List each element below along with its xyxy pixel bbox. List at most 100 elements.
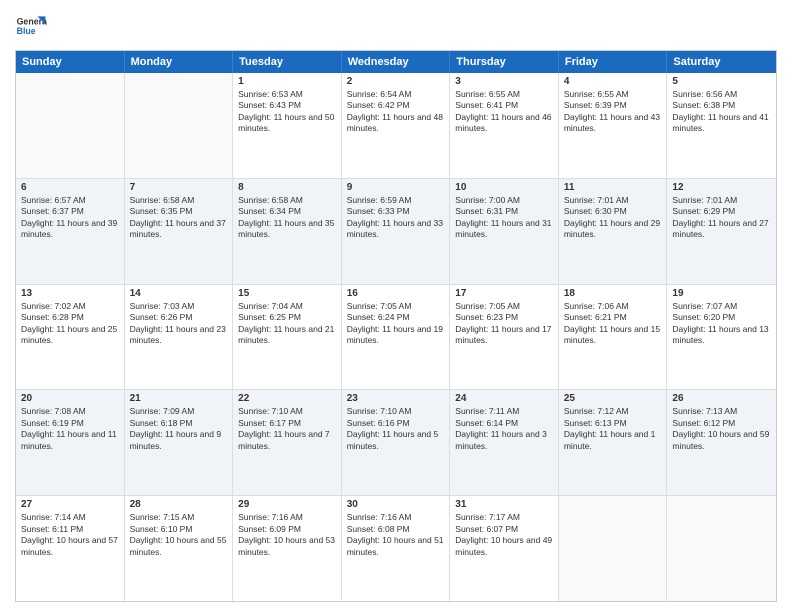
calendar-cell: 24 Sunrise: 7:11 AM Sunset: 6:14 PM Dayli… (450, 390, 559, 495)
calendar-cell: 27 Sunrise: 7:14 AM Sunset: 6:11 PM Dayli… (16, 496, 125, 601)
day-number: 12 (672, 182, 771, 193)
day-number: 22 (238, 393, 336, 404)
cell-info: Sunrise: 6:57 AM Sunset: 6:37 PM Dayligh… (21, 195, 119, 241)
calendar-header-row: SundayMondayTuesdayWednesdayThursdayFrid… (16, 51, 776, 73)
header-cell-friday: Friday (559, 51, 668, 73)
calendar-cell: 29 Sunrise: 7:16 AM Sunset: 6:09 PM Dayli… (233, 496, 342, 601)
cell-info: Sunrise: 6:58 AM Sunset: 6:34 PM Dayligh… (238, 195, 336, 241)
calendar-body: 1 Sunrise: 6:53 AM Sunset: 6:43 PM Daylig… (16, 73, 776, 601)
cell-info: Sunrise: 7:05 AM Sunset: 6:24 PM Dayligh… (347, 301, 445, 347)
cell-info: Sunrise: 6:55 AM Sunset: 6:39 PM Dayligh… (564, 89, 662, 135)
calendar-cell (16, 73, 125, 178)
day-number: 17 (455, 288, 553, 299)
header-cell-monday: Monday (125, 51, 234, 73)
cell-info: Sunrise: 6:58 AM Sunset: 6:35 PM Dayligh… (130, 195, 228, 241)
calendar-cell: 11 Sunrise: 7:01 AM Sunset: 6:30 PM Dayli… (559, 179, 668, 284)
cell-info: Sunrise: 7:02 AM Sunset: 6:28 PM Dayligh… (21, 301, 119, 347)
day-number: 13 (21, 288, 119, 299)
day-number: 28 (130, 499, 228, 510)
week-row: 20Sunrise: 7:08 AM Sunset: 6:19 PM Dayli… (16, 390, 776, 496)
cell-info: Sunrise: 6:53 AM Sunset: 6:43 PM Dayligh… (238, 89, 336, 135)
calendar-cell: 31Sunrise: 7:17 AM Sunset: 6:07 PM Dayli… (450, 496, 559, 601)
cell-info: Sunrise: 7:09 AM Sunset: 6:18 PM Dayligh… (130, 406, 228, 452)
day-number: 27 (21, 499, 119, 510)
cell-info: Sunrise: 7:14 AM Sunset: 6:11 PM Dayligh… (21, 512, 119, 558)
day-number: 1 (238, 76, 336, 87)
cell-info: Sunrise: 7:04 AM Sunset: 6:25 PM Dayligh… (238, 301, 336, 347)
calendar-cell: 1 Sunrise: 6:53 AM Sunset: 6:43 PM Daylig… (233, 73, 342, 178)
day-number: 9 (347, 182, 445, 193)
cell-info: Sunrise: 7:16 AM Sunset: 6:08 PM Dayligh… (347, 512, 445, 558)
svg-text:Blue: Blue (17, 26, 36, 36)
calendar-cell (125, 73, 234, 178)
week-row: 6 Sunrise: 6:57 AM Sunset: 6:37 PM Daylig… (16, 179, 776, 285)
header-cell-sunday: Sunday (16, 51, 125, 73)
day-number: 11 (564, 182, 662, 193)
cell-info: Sunrise: 6:56 AM Sunset: 6:38 PM Dayligh… (672, 89, 771, 135)
day-number: 14 (130, 288, 228, 299)
day-number: 10 (455, 182, 553, 193)
cell-info: Sunrise: 7:10 AM Sunset: 6:16 PM Dayligh… (347, 406, 445, 452)
week-row: 1 Sunrise: 6:53 AM Sunset: 6:43 PM Daylig… (16, 73, 776, 179)
calendar-cell (559, 496, 668, 601)
calendar-cell: 4 Sunrise: 6:55 AM Sunset: 6:39 PM Daylig… (559, 73, 668, 178)
page: General Blue SundayMondayTuesdayWednesda… (0, 0, 792, 612)
day-number: 4 (564, 76, 662, 87)
cell-info: Sunrise: 7:00 AM Sunset: 6:31 PM Dayligh… (455, 195, 553, 241)
logo: General Blue (15, 10, 47, 42)
day-number: 23 (347, 393, 445, 404)
calendar-cell: 13 Sunrise: 7:02 AM Sunset: 6:28 PM Dayli… (16, 285, 125, 390)
day-number: 29 (238, 499, 336, 510)
calendar-cell: 22 Sunrise: 7:10 AM Sunset: 6:17 PM Dayli… (233, 390, 342, 495)
cell-info: Sunrise: 6:54 AM Sunset: 6:42 PM Dayligh… (347, 89, 445, 135)
day-number: 20 (21, 393, 119, 404)
day-number: 25 (564, 393, 662, 404)
day-number: 24 (455, 393, 553, 404)
calendar-cell: 16 Sunrise: 7:05 AM Sunset: 6:24 PM Dayli… (342, 285, 451, 390)
day-number: 15 (238, 288, 336, 299)
day-number: 2 (347, 76, 445, 87)
day-number: 26 (672, 393, 771, 404)
day-number: 5 (672, 76, 771, 87)
calendar-cell: 30 Sunrise: 7:16 AM Sunset: 6:08 PM Dayli… (342, 496, 451, 601)
cell-info: Sunrise: 7:03 AM Sunset: 6:26 PM Dayligh… (130, 301, 228, 347)
cell-info: Sunrise: 7:13 AM Sunset: 6:12 PM Dayligh… (672, 406, 771, 452)
header: General Blue (15, 10, 777, 42)
cell-info: Sunrise: 7:15 AM Sunset: 6:10 PM Dayligh… (130, 512, 228, 558)
calendar-cell: 21 Sunrise: 7:09 AM Sunset: 6:18 PM Dayli… (125, 390, 234, 495)
header-cell-wednesday: Wednesday (342, 51, 451, 73)
calendar-cell: 9Sunrise: 6:59 AM Sunset: 6:33 PM Daylig… (342, 179, 451, 284)
logo-icon: General Blue (15, 10, 47, 42)
cell-info: Sunrise: 7:05 AM Sunset: 6:23 PM Dayligh… (455, 301, 553, 347)
calendar-cell: 23 Sunrise: 7:10 AM Sunset: 6:16 PM Dayli… (342, 390, 451, 495)
cell-info: Sunrise: 7:10 AM Sunset: 6:17 PM Dayligh… (238, 406, 336, 452)
calendar-cell: 10 Sunrise: 7:00 AM Sunset: 6:31 PM Dayli… (450, 179, 559, 284)
header-cell-tuesday: Tuesday (233, 51, 342, 73)
cell-info: Sunrise: 7:16 AM Sunset: 6:09 PM Dayligh… (238, 512, 336, 558)
calendar-cell: 26 Sunrise: 7:13 AM Sunset: 6:12 PM Dayli… (667, 390, 776, 495)
cell-info: Sunrise: 7:01 AM Sunset: 6:29 PM Dayligh… (672, 195, 771, 241)
day-number: 18 (564, 288, 662, 299)
day-number: 21 (130, 393, 228, 404)
day-number: 30 (347, 499, 445, 510)
calendar-cell: 6 Sunrise: 6:57 AM Sunset: 6:37 PM Daylig… (16, 179, 125, 284)
day-number: 16 (347, 288, 445, 299)
week-row: 13 Sunrise: 7:02 AM Sunset: 6:28 PM Dayli… (16, 285, 776, 391)
day-number: 6 (21, 182, 119, 193)
calendar: SundayMondayTuesdayWednesdayThursdayFrid… (15, 50, 777, 602)
cell-info: Sunrise: 7:07 AM Sunset: 6:20 PM Dayligh… (672, 301, 771, 347)
calendar-cell: 2 Sunrise: 6:54 AM Sunset: 6:42 PM Daylig… (342, 73, 451, 178)
calendar-cell: 14 Sunrise: 7:03 AM Sunset: 6:26 PM Dayli… (125, 285, 234, 390)
day-number: 7 (130, 182, 228, 193)
cell-info: Sunrise: 7:06 AM Sunset: 6:21 PM Dayligh… (564, 301, 662, 347)
calendar-cell: 7 Sunrise: 6:58 AM Sunset: 6:35 PM Daylig… (125, 179, 234, 284)
header-cell-saturday: Saturday (667, 51, 776, 73)
calendar-cell: 28 Sunrise: 7:15 AM Sunset: 6:10 PM Dayli… (125, 496, 234, 601)
cell-info: Sunrise: 7:01 AM Sunset: 6:30 PM Dayligh… (564, 195, 662, 241)
calendar-cell: 17 Sunrise: 7:05 AM Sunset: 6:23 PM Dayli… (450, 285, 559, 390)
day-number: 31 (455, 499, 553, 510)
cell-info: Sunrise: 7:11 AM Sunset: 6:14 PM Dayligh… (455, 406, 553, 452)
cell-info: Sunrise: 6:55 AM Sunset: 6:41 PM Dayligh… (455, 89, 553, 135)
calendar-cell: 18 Sunrise: 7:06 AM Sunset: 6:21 PM Dayli… (559, 285, 668, 390)
header-cell-thursday: Thursday (450, 51, 559, 73)
